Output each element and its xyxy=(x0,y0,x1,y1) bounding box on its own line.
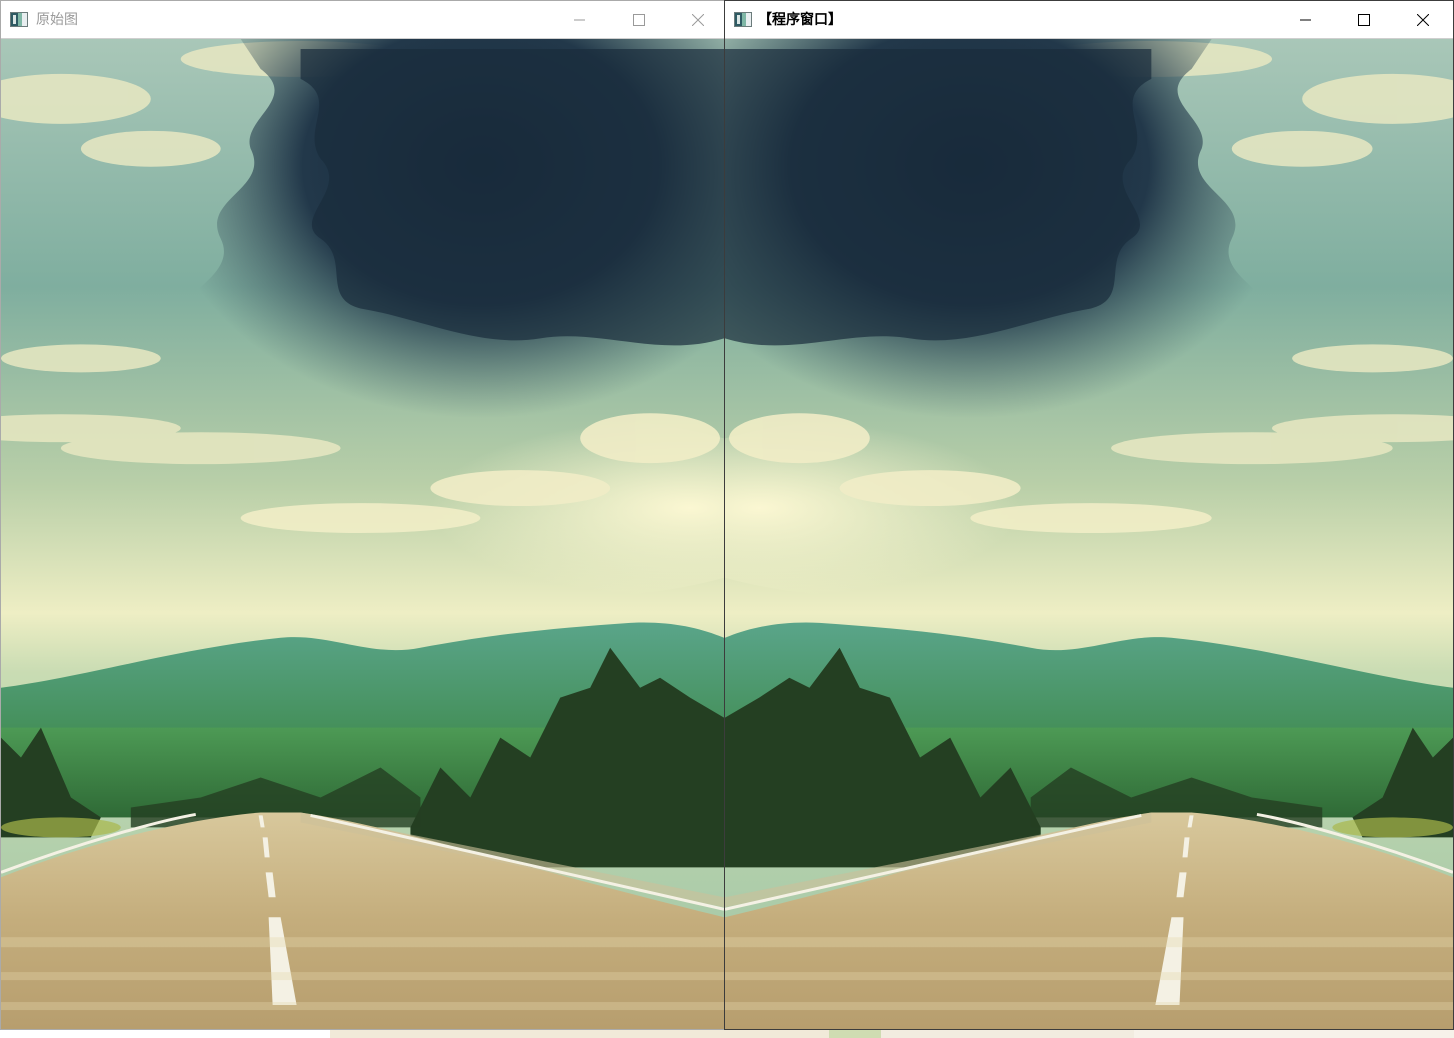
maximize-icon xyxy=(633,14,645,26)
desktop-background-strip xyxy=(0,1030,1454,1038)
window-title: 原始图 xyxy=(36,12,78,28)
image-canvas[interactable] xyxy=(725,39,1453,1029)
maximize-button[interactable] xyxy=(616,1,662,39)
flipped-landscape-road-image xyxy=(725,39,1453,1029)
minimize-icon xyxy=(1300,19,1311,21)
maximize-button[interactable] xyxy=(1341,1,1387,39)
close-button[interactable] xyxy=(1400,1,1446,39)
program-window: 【程序窗口】 xyxy=(724,0,1454,1030)
maximize-icon xyxy=(1358,14,1370,26)
original-image-window: 原始图 xyxy=(0,0,724,1030)
minimize-button[interactable] xyxy=(1283,1,1329,39)
window-title: 【程序窗口】 xyxy=(758,12,842,28)
minimize-icon xyxy=(574,19,585,21)
titlebar[interactable]: 原始图 xyxy=(1,1,724,39)
minimize-button[interactable] xyxy=(557,1,603,39)
landscape-road-image xyxy=(1,39,724,1029)
app-icon xyxy=(734,12,752,27)
close-icon xyxy=(1417,14,1429,26)
image-canvas[interactable] xyxy=(1,39,724,1029)
close-icon xyxy=(692,14,704,26)
close-button[interactable] xyxy=(675,1,721,39)
app-icon xyxy=(10,12,28,27)
titlebar[interactable]: 【程序窗口】 xyxy=(725,1,1453,39)
